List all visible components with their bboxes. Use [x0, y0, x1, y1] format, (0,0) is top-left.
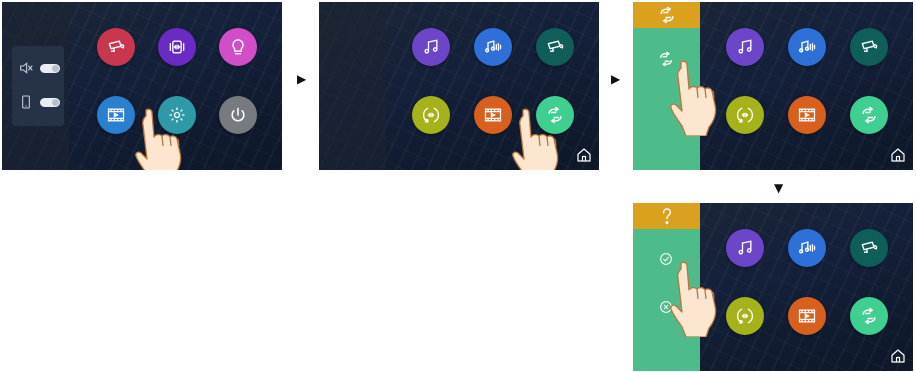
screen-1	[2, 2, 282, 170]
bulb-icon	[228, 37, 248, 57]
music-app-button[interactable]	[726, 28, 764, 66]
video-icon	[797, 105, 817, 125]
camera-icon	[545, 37, 565, 57]
video-app-button[interactable]	[788, 297, 826, 335]
audio-app-button[interactable]	[788, 28, 826, 66]
video-icon	[483, 105, 503, 125]
screen-3	[633, 2, 913, 170]
camera-app-button[interactable]	[850, 28, 888, 66]
phone-toggle[interactable]	[40, 97, 60, 107]
home-icon[interactable]	[889, 347, 907, 365]
home-icon[interactable]	[575, 146, 593, 164]
mute-toggle[interactable]	[40, 63, 60, 73]
camera-app-button[interactable]	[536, 28, 574, 66]
music-icon	[421, 37, 441, 57]
power-icon	[228, 105, 248, 125]
camera-app-button[interactable]	[850, 229, 888, 267]
swap-app-button[interactable]	[850, 96, 888, 134]
video-icon	[797, 306, 817, 326]
audio-icon	[797, 37, 817, 57]
swap-panel-header	[633, 2, 700, 28]
music-app-button[interactable]	[412, 28, 450, 66]
next-arrow-3: ▼	[774, 181, 784, 195]
music-app-button[interactable]	[726, 229, 764, 267]
tap-hand-icon	[667, 58, 727, 136]
quick-settings-panel	[12, 46, 64, 126]
video-app-button[interactable]	[788, 96, 826, 134]
transfer-app-button[interactable]	[726, 297, 764, 335]
side-dim-panel	[319, 2, 386, 170]
camera-app-button[interactable]	[97, 28, 135, 66]
camera-icon	[859, 37, 879, 57]
swap-icon	[859, 306, 879, 326]
music-icon	[735, 37, 755, 57]
video-icon	[106, 105, 126, 125]
camera-icon	[106, 37, 126, 57]
swap-app-button[interactable]	[850, 297, 888, 335]
swap-icon	[657, 5, 677, 25]
swap-icon	[859, 105, 879, 125]
music-icon	[735, 238, 755, 258]
question-icon	[657, 206, 677, 226]
audio-icon	[797, 238, 817, 258]
next-arrow-2: ▶	[611, 72, 621, 86]
phone-row[interactable]	[18, 94, 62, 110]
tap-hand-icon	[132, 106, 192, 170]
audio-app-button[interactable]	[788, 229, 826, 267]
mute-row[interactable]	[18, 60, 62, 76]
intercom-app-button[interactable]	[158, 28, 196, 66]
transfer-app-button[interactable]	[726, 96, 764, 134]
next-arrow-1: ▶	[297, 72, 307, 86]
transfer-icon	[735, 306, 755, 326]
screen-4	[633, 203, 913, 371]
camera-icon	[859, 238, 879, 258]
tap-hand-icon	[667, 259, 727, 337]
phone-icon	[18, 94, 34, 110]
audio-app-button[interactable]	[474, 28, 512, 66]
home-icon[interactable]	[889, 146, 907, 164]
transfer-app-button[interactable]	[412, 96, 450, 134]
transfer-icon	[735, 105, 755, 125]
video-app-button[interactable]	[97, 96, 135, 134]
audio-icon	[483, 37, 503, 57]
light-app-button[interactable]	[219, 28, 257, 66]
video-app-button[interactable]	[474, 96, 512, 134]
screen-2	[319, 2, 599, 170]
confirm-panel-header	[633, 203, 700, 229]
power-app-button[interactable]	[219, 96, 257, 134]
mute-icon	[18, 60, 34, 76]
tap-hand-icon	[509, 106, 569, 170]
intercom-icon	[167, 37, 187, 57]
transfer-icon	[421, 105, 441, 125]
